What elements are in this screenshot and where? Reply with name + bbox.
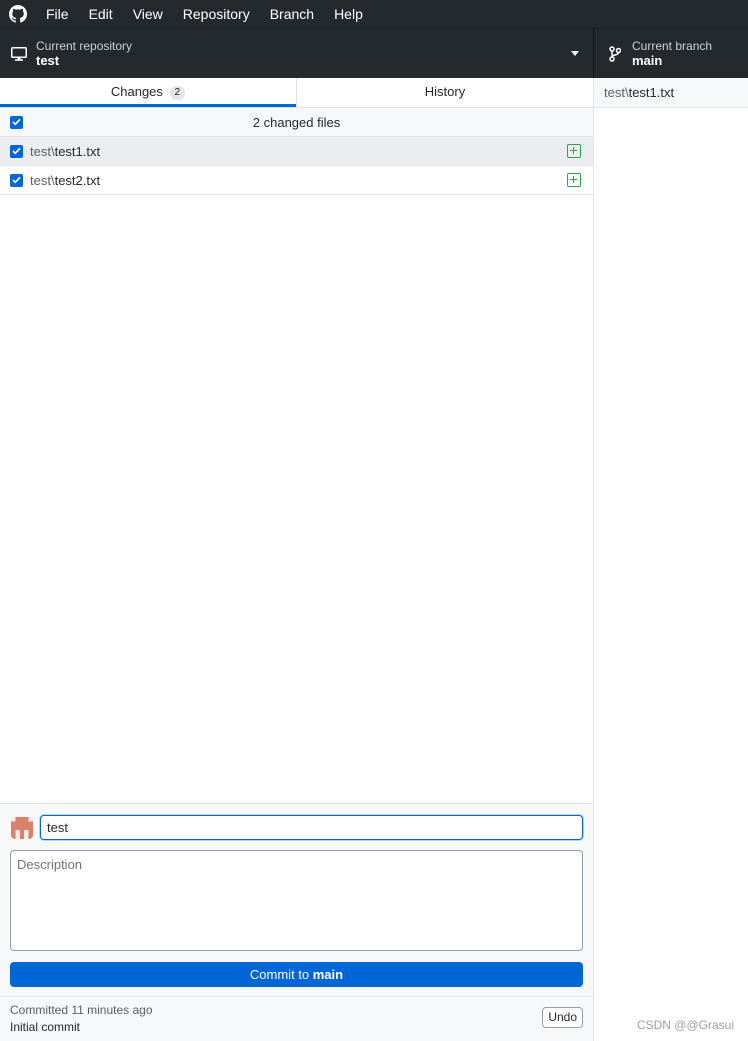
changed-files-count: 2 changed files	[252, 114, 341, 130]
user-avatar	[11, 817, 33, 839]
diff-file-dir: test\	[604, 85, 629, 100]
github-logo-icon	[0, 0, 36, 28]
file-path: test\test1.txt	[30, 144, 100, 159]
select-all-checkbox[interactable]	[10, 115, 23, 129]
commit-button-branch: main	[312, 967, 344, 982]
menu-help[interactable]: Help	[324, 0, 373, 28]
commit-message-area: Commit to main	[0, 803, 593, 996]
changes-list-header: 2 changed files	[0, 108, 593, 137]
file-checkbox[interactable]	[10, 144, 23, 158]
menu-bar: File Edit View Repository Branch Help	[0, 0, 748, 28]
commit-description-input[interactable]	[10, 850, 583, 951]
file-row[interactable]: test\test2.txt	[0, 166, 593, 195]
menu-repository[interactable]: Repository	[173, 0, 260, 28]
changes-count-badge: 2	[169, 86, 186, 100]
current-repository-label: Current repository	[36, 39, 133, 53]
git-branch-icon	[606, 45, 624, 63]
watermark: CSDN @@Grasui	[636, 1018, 734, 1032]
diff-file-name: test1.txt	[628, 85, 675, 100]
file-path: test\test2.txt	[30, 173, 100, 188]
file-row[interactable]: test\test1.txt	[0, 137, 593, 166]
file-dir: test\	[30, 172, 55, 188]
menu-edit[interactable]: Edit	[79, 0, 123, 28]
current-repository-name: test	[36, 53, 60, 68]
menu-view[interactable]: View	[123, 0, 173, 28]
menu-branch[interactable]: Branch	[260, 0, 324, 28]
file-dir: test\	[30, 143, 55, 159]
undo-button[interactable]: Undo	[542, 1007, 583, 1028]
file-checkbox[interactable]	[10, 173, 23, 187]
file-name: test2.txt	[54, 172, 101, 188]
toolbar: Current repository test Current branch m…	[0, 28, 748, 79]
commit-button-prefix: Commit to	[249, 967, 313, 982]
current-branch-label: Current branch	[632, 39, 713, 53]
current-repository-button[interactable]: Current repository test	[0, 29, 594, 79]
diff-file-header: test\test1.txt	[594, 78, 748, 108]
desktop-icon	[10, 45, 28, 63]
last-commit-message: Initial commit	[10, 1020, 81, 1034]
current-branch-name: main	[632, 53, 663, 68]
diff-pane: test\test1.txt	[594, 78, 748, 1041]
file-added-icon	[567, 144, 581, 158]
tab-history[interactable]: History	[296, 78, 593, 107]
chevron-down-icon	[571, 51, 579, 56]
menu-file[interactable]: File	[36, 0, 79, 28]
file-name: test1.txt	[54, 143, 101, 159]
tab-history-label: History	[424, 84, 466, 99]
last-commit-bar: Committed 11 minutes ago Initial commit …	[0, 996, 593, 1041]
last-commit-time: Committed 11 minutes ago	[10, 1003, 153, 1017]
tab-changes[interactable]: Changes 2	[0, 78, 296, 107]
file-added-icon	[567, 173, 581, 187]
commit-button[interactable]: Commit to main	[10, 962, 583, 987]
changes-sidebar: Changes 2 History 2 changed files test\t…	[0, 78, 594, 1041]
commit-summary-input[interactable]	[40, 815, 583, 840]
tab-changes-label: Changes	[110, 84, 163, 99]
current-branch-button[interactable]: Current branch main	[594, 29, 748, 79]
sidebar-tabs: Changes 2 History	[0, 78, 593, 108]
